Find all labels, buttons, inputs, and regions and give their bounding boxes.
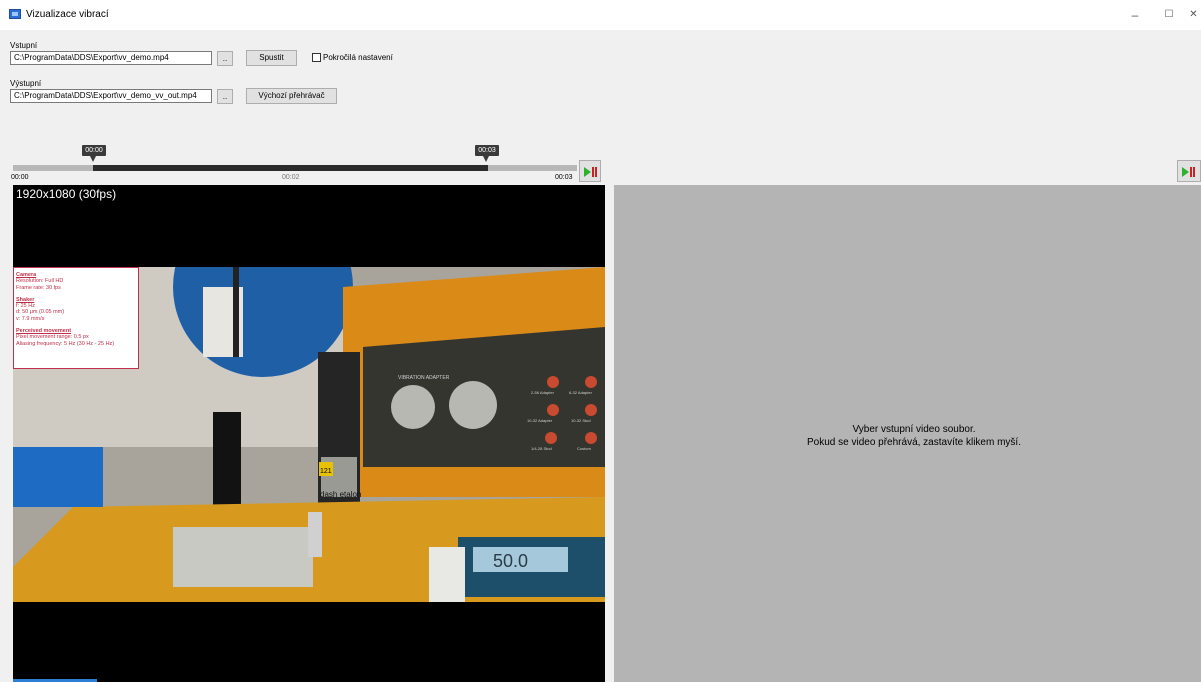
timeline-trim-start bbox=[13, 165, 93, 171]
scene-label-display: 50.0 bbox=[493, 551, 528, 571]
info-overlay: Camera Resolution: Full HD Frame rate: 3… bbox=[13, 267, 139, 369]
output-label: Výstupní bbox=[10, 79, 42, 88]
start-marker[interactable]: 00:00 bbox=[82, 145, 106, 156]
app-icon bbox=[9, 9, 21, 19]
input-label: Vstupní bbox=[10, 41, 38, 50]
scene-label-num: 121 bbox=[320, 468, 332, 475]
pause-icon bbox=[1193, 167, 1195, 177]
advanced-checkbox[interactable] bbox=[312, 53, 321, 62]
input-video-pane[interactable]: 1920x1080 (30fps) VIBRATION ADAPTER 2-56… bbox=[13, 185, 605, 682]
video-resolution: 1920x1080 (30fps) bbox=[16, 187, 117, 201]
maximize-button[interactable]: ☐ bbox=[1152, 6, 1186, 24]
input-path-field[interactable]: C:\ProgramData\DDS\Export\vv_demo.mp4 bbox=[10, 51, 212, 65]
output-message-line2: Pokud se video přehrává, zastavíte klike… bbox=[807, 437, 1021, 448]
start-marker-tip bbox=[90, 156, 96, 162]
overlay-movement-aliasing: Aliasing frequency: 5 Hz (30 Hz - 25 Hz) bbox=[16, 340, 115, 347]
run-button[interactable]: Spustit bbox=[246, 50, 297, 66]
pause-icon bbox=[595, 167, 597, 177]
output-browse-button[interactable]: .. bbox=[217, 89, 233, 104]
scene-label-a4: 10-32 Stud bbox=[571, 418, 591, 423]
input-browse-button[interactable]: .. bbox=[217, 51, 233, 66]
time-end-label: 00:03 bbox=[555, 174, 573, 181]
play-pause-button-left[interactable] bbox=[579, 160, 601, 182]
pause-icon bbox=[1190, 167, 1192, 177]
video-frame: VIBRATION ADAPTER 2-56 Adapter 6-32 Adap… bbox=[13, 267, 605, 602]
scene-label-etalon: dash etalon bbox=[320, 490, 361, 499]
scene-label-adapter: VIBRATION ADAPTER bbox=[398, 375, 450, 381]
title-bar: Vizualizace vibrací – ☐ ✕ bbox=[0, 0, 1201, 30]
time-mid-label: 00:02 bbox=[282, 174, 300, 181]
window-title: Vizualizace vibrací bbox=[26, 9, 109, 20]
pause-icon bbox=[592, 167, 594, 177]
scene-label-a2: 6-32 Adapter bbox=[569, 390, 593, 395]
end-marker-tip bbox=[483, 156, 489, 162]
minimize-button[interactable]: – bbox=[1118, 6, 1152, 24]
advanced-label: Pokročilá nastavení bbox=[323, 53, 393, 62]
scene-label-a3: 10-32 Adapter bbox=[527, 418, 553, 423]
play-icon bbox=[584, 167, 591, 177]
end-marker[interactable]: 00:03 bbox=[475, 145, 499, 156]
timeline-trim-end bbox=[488, 165, 577, 171]
play-icon bbox=[1182, 167, 1189, 177]
close-button[interactable]: ✕ bbox=[1186, 6, 1201, 24]
output-video-pane[interactable]: Vyber vstupní video soubor. Pokud se vid… bbox=[614, 185, 1201, 682]
scene-label-a5: 1/4-28 Stud bbox=[531, 446, 552, 451]
scene-label-a1: 2-56 Adapter bbox=[531, 390, 555, 395]
play-pause-button-right[interactable] bbox=[1177, 160, 1201, 182]
output-message-line1: Vyber vstupní video soubor. bbox=[852, 424, 976, 435]
default-player-button[interactable]: Výchozí přehrávač bbox=[246, 88, 337, 104]
pane-splitter[interactable] bbox=[605, 185, 614, 682]
output-path-field[interactable]: C:\ProgramData\DDS\Export\vv_demo_vv_out… bbox=[10, 89, 212, 103]
time-start-label: 00:00 bbox=[11, 174, 29, 181]
scene-label-a6: Custom bbox=[577, 446, 591, 451]
output-placeholder-message: Vyber vstupní video soubor. Pokud se vid… bbox=[614, 423, 1201, 449]
